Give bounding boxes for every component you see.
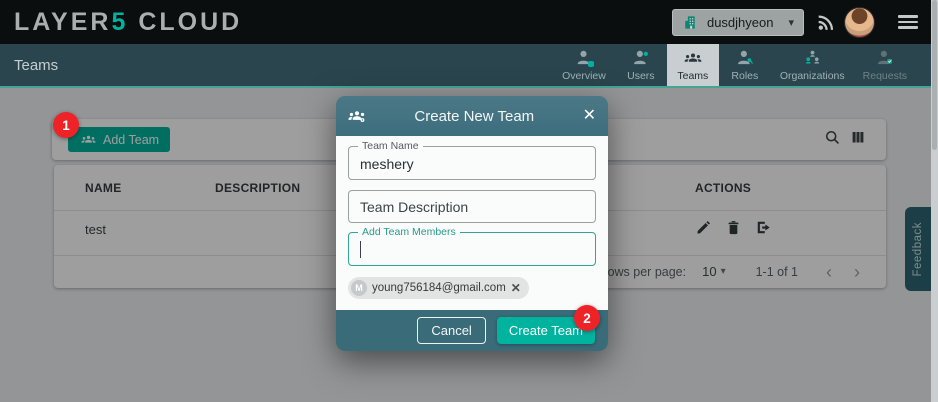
tab-teams[interactable]: Teams bbox=[667, 44, 719, 86]
tab-roles[interactable]: Roles bbox=[719, 44, 771, 86]
modal-footer: Cancel Create Team bbox=[336, 310, 608, 351]
team-name-label: Team Name bbox=[358, 140, 423, 152]
org-selector-dropdown[interactable]: dusdjhyeon ▾ bbox=[672, 9, 804, 36]
member-email: young756184@gmail.com bbox=[372, 282, 506, 294]
annotation-step-2: 2 bbox=[574, 305, 600, 331]
tab-label: Teams bbox=[677, 70, 708, 82]
tab-label: Users bbox=[627, 70, 654, 82]
team-description-field[interactable]: Team Description bbox=[348, 190, 596, 223]
person-dot-icon bbox=[632, 49, 650, 67]
person-badge-icon bbox=[575, 49, 593, 67]
person-check-icon bbox=[876, 49, 894, 67]
person-key-icon bbox=[736, 49, 754, 67]
member-avatar: M bbox=[351, 280, 367, 296]
modal-body: Team Name meshery Team Description Add T… bbox=[336, 136, 608, 310]
add-team-members-label: Add Team Members bbox=[358, 226, 460, 238]
close-icon[interactable]: ✕ bbox=[583, 108, 596, 124]
tab-label: Requests bbox=[863, 70, 907, 82]
text-cursor bbox=[360, 241, 361, 258]
member-chip-row: M young756184@gmail.com ✕ bbox=[348, 277, 596, 299]
scrollbar[interactable] bbox=[931, 0, 938, 402]
tab-label: Overview bbox=[562, 70, 606, 82]
remove-member-icon[interactable]: ✕ bbox=[511, 282, 521, 294]
building-icon bbox=[682, 13, 700, 31]
user-avatar[interactable] bbox=[845, 8, 874, 37]
tab-overview[interactable]: Overview bbox=[553, 44, 615, 86]
team-name-field[interactable]: Team Name meshery bbox=[348, 146, 596, 180]
add-team-members-field[interactable]: Add Team Members bbox=[348, 232, 596, 266]
page-title: Teams bbox=[0, 57, 58, 74]
top-app-bar: LAYER5CLOUD dusdjhyeon ▾ bbox=[0, 0, 938, 44]
modal-title: Create New Team bbox=[366, 108, 583, 125]
member-chip: M young756184@gmail.com ✕ bbox=[348, 277, 529, 299]
tab-label: Roles bbox=[731, 70, 758, 82]
org-hierarchy-icon bbox=[803, 49, 821, 67]
tab-label: Organizations bbox=[780, 70, 845, 82]
org-selector-value: dusdjhyeon bbox=[707, 15, 774, 30]
chevron-down-icon: ▾ bbox=[788, 16, 794, 29]
tab-users[interactable]: Users bbox=[615, 44, 667, 86]
notifications-broadcast-icon[interactable] bbox=[817, 13, 835, 31]
nav-tabs: Overview Users Teams Roles bbox=[553, 44, 938, 86]
scrollbar-thumb[interactable] bbox=[932, 0, 937, 150]
modal-header: Create New Team ✕ bbox=[336, 96, 608, 136]
create-team-modal: Create New Team ✕ Team Name meshery Team… bbox=[336, 96, 608, 351]
layer5-cloud-logo: LAYER5CLOUD bbox=[14, 8, 242, 37]
annotation-step-1: 1 bbox=[53, 112, 79, 138]
cancel-button[interactable]: Cancel bbox=[417, 317, 485, 344]
menu-icon[interactable] bbox=[898, 15, 918, 29]
team-description-placeholder: Team Description bbox=[349, 191, 595, 215]
group-icon bbox=[684, 49, 702, 67]
tab-requests[interactable]: Requests bbox=[854, 44, 916, 86]
page-nav-bar: Teams Overview Users Teams bbox=[0, 44, 938, 88]
group-gear-icon bbox=[348, 107, 366, 125]
tab-organizations[interactable]: Organizations bbox=[771, 44, 854, 86]
